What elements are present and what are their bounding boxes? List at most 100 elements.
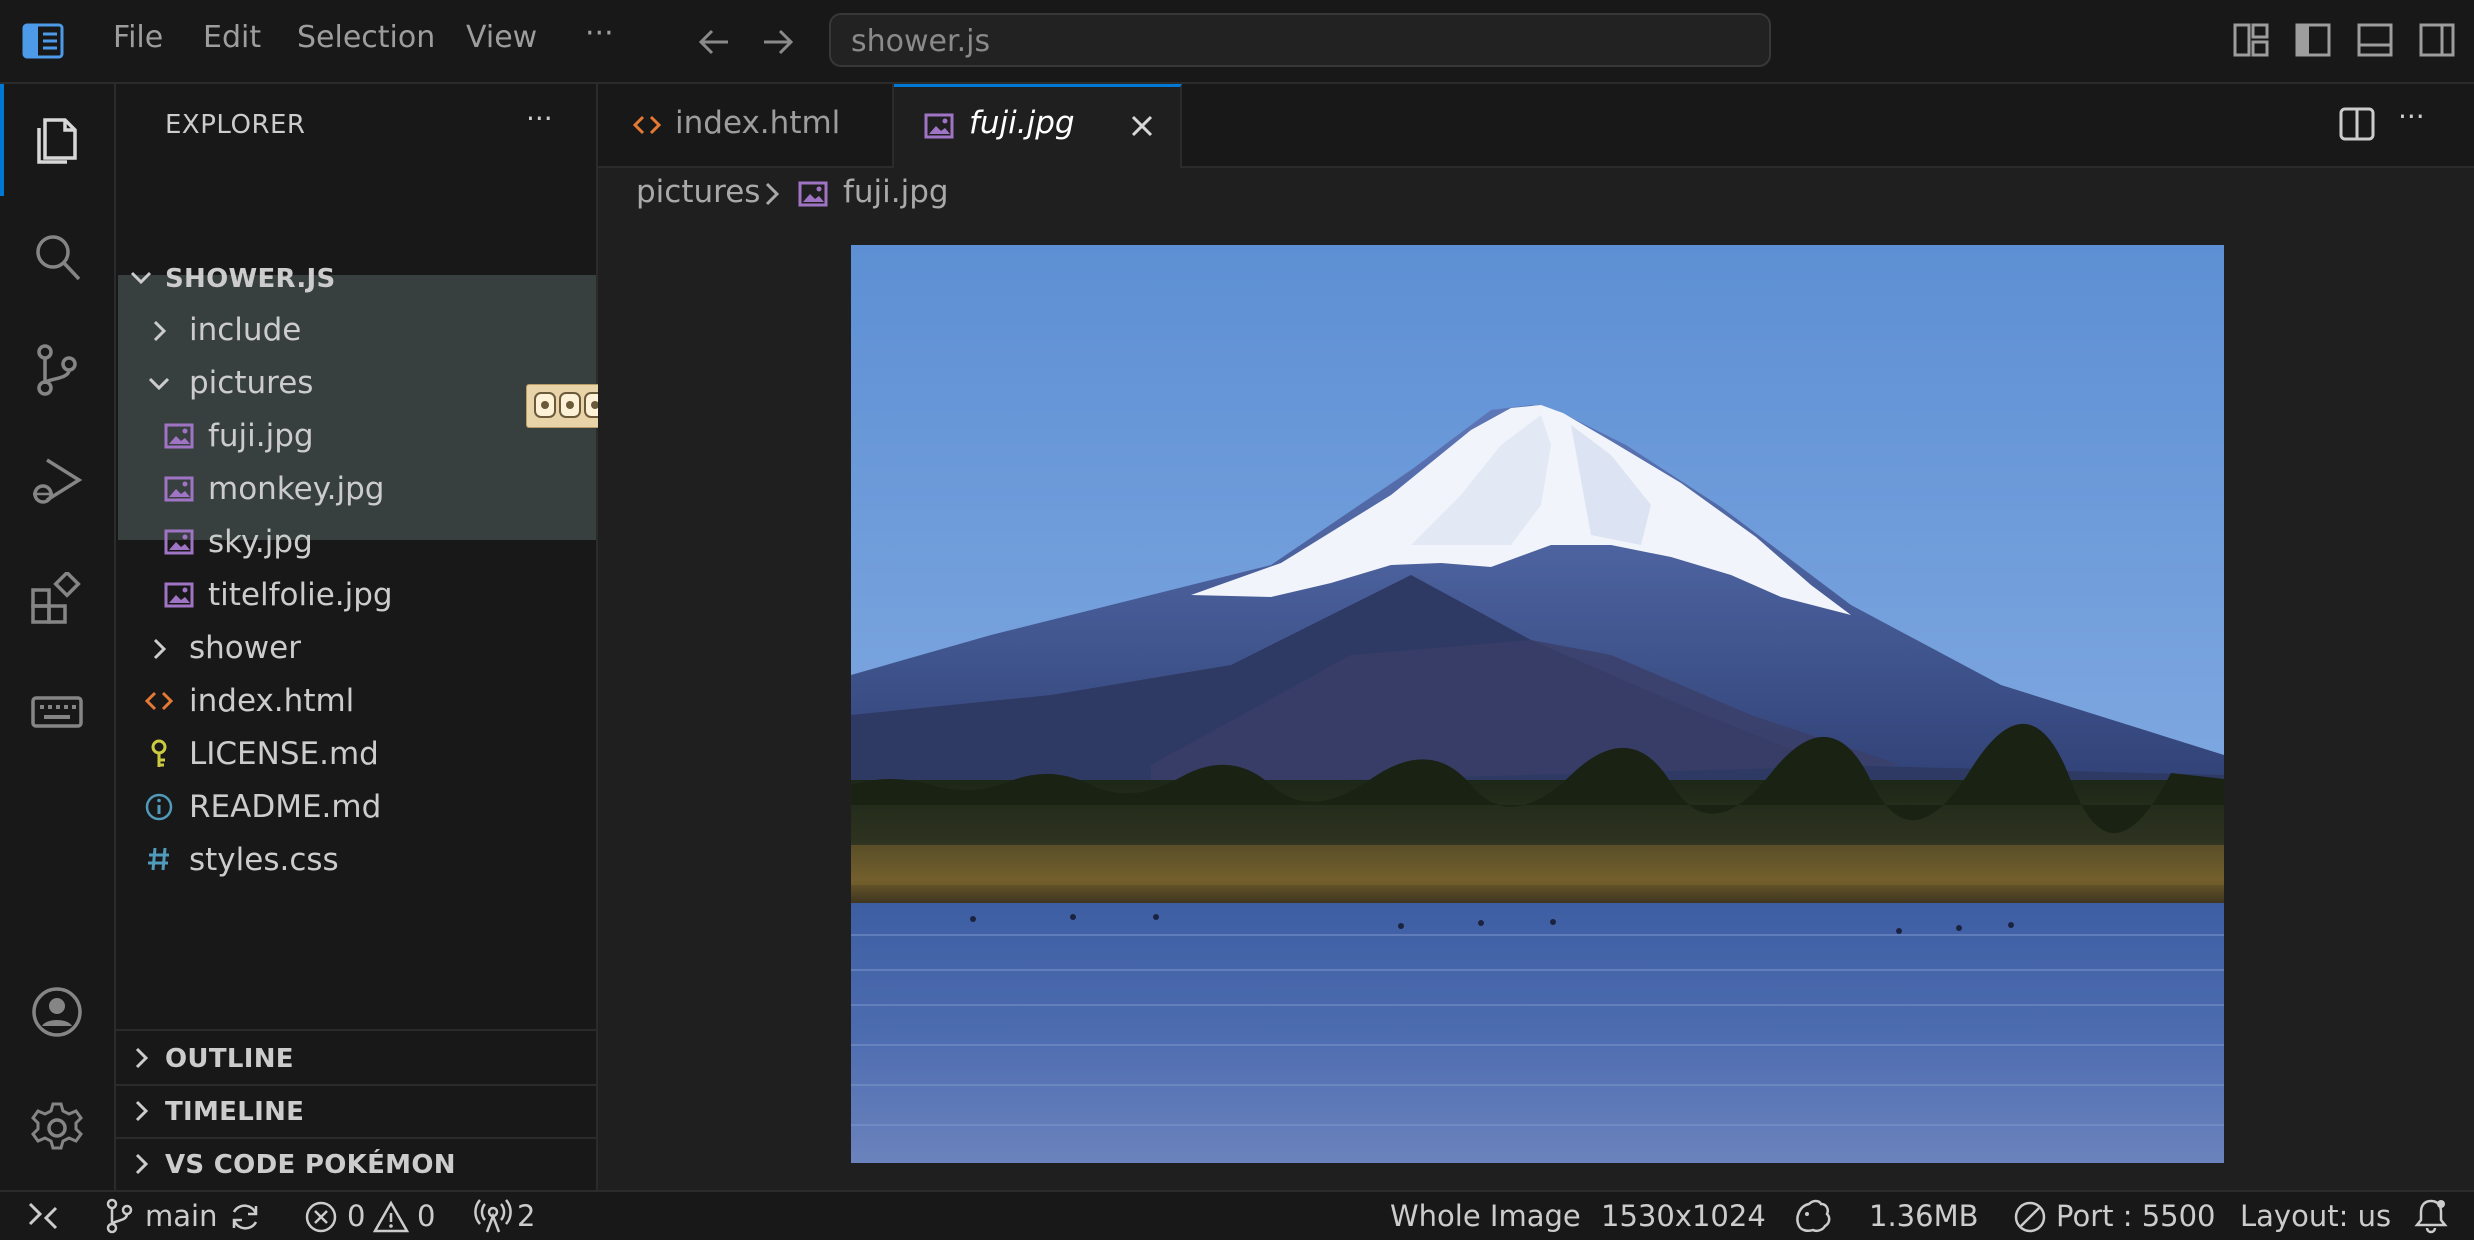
mount-fuji-image[interactable] — [851, 245, 2224, 1163]
tab-index-html[interactable]: index.html — [598, 84, 894, 166]
toggle-panel-icon[interactable] — [2356, 22, 2394, 58]
command-center-search[interactable]: shower.js — [829, 13, 1771, 67]
keyboard-layout[interactable]: Layout: us — [2240, 1199, 2391, 1233]
search-icon[interactable] — [29, 229, 85, 285]
html-file-icon — [144, 688, 174, 714]
forward-arrow-icon[interactable] — [760, 24, 796, 60]
tab-label: index.html — [675, 105, 841, 141]
tree-item-titelfolie-jpg[interactable]: titelfolie.jpg — [116, 569, 596, 622]
pokemon-icon[interactable] — [1793, 1198, 1831, 1234]
license-key-icon — [146, 738, 172, 770]
split-editor-icon[interactable] — [2338, 106, 2376, 142]
section-label: OUTLINE — [165, 1044, 294, 1074]
tab-fuji-jpg[interactable]: fuji.jpg — [894, 84, 1182, 168]
toggle-secondary-sidebar-icon[interactable] — [2418, 22, 2456, 58]
menu-view[interactable]: View — [466, 20, 537, 55]
tree-item-label: sky.jpg — [208, 524, 313, 560]
explorer-more-actions[interactable]: ··· — [526, 102, 553, 135]
ports-broadcast-icon[interactable] — [474, 1198, 512, 1234]
keyboard-icon[interactable] — [29, 684, 85, 740]
source-control-icon[interactable] — [29, 342, 85, 398]
warning-count[interactable]: 0 — [417, 1199, 435, 1233]
breadcrumb-fuji-jpg[interactable]: fuji.jpg — [843, 174, 949, 210]
tree-item-include[interactable]: include — [116, 304, 596, 357]
warning-icon[interactable] — [373, 1200, 409, 1234]
workspace-root-label: SHOWER.JS — [165, 264, 336, 294]
editor-tab-bar: index.html fuji.jpg ··· — [598, 84, 2474, 168]
image-zoom-status[interactable]: Whole Image — [1390, 1199, 1581, 1233]
extensions-icon[interactable] — [29, 572, 85, 628]
tree-item-pictures[interactable]: pictures — [116, 357, 596, 410]
app-logo-icon — [22, 22, 64, 60]
accounts-icon[interactable] — [29, 984, 85, 1040]
tree-item-label: README.md — [189, 789, 382, 825]
remote-indicator-icon[interactable] — [26, 1200, 60, 1232]
image-file-icon — [164, 475, 194, 503]
tree-item-index-html[interactable]: index.html — [116, 675, 596, 728]
chevron-right-icon — [128, 1045, 154, 1071]
image-file-size: 1.36MB — [1869, 1199, 1979, 1233]
live-server-port[interactable]: Port : 5500 — [2056, 1199, 2216, 1233]
image-file-icon — [924, 112, 954, 140]
breadcrumb-pictures[interactable]: pictures — [636, 174, 760, 210]
image-file-icon — [164, 581, 194, 609]
error-icon[interactable] — [304, 1200, 338, 1234]
image-dimensions: 1530x1024 — [1601, 1199, 1766, 1233]
tree-item-sky-jpg[interactable]: sky.jpg — [116, 516, 596, 569]
chevron-right-icon — [128, 1098, 154, 1124]
error-count[interactable]: 0 — [347, 1199, 365, 1233]
tree-item-label: monkey.jpg — [208, 471, 385, 507]
chevron-right-icon — [146, 636, 172, 662]
git-branch-icon[interactable] — [104, 1197, 134, 1235]
back-arrow-icon[interactable] — [696, 24, 732, 60]
forwarded-ports-count[interactable]: 2 — [517, 1199, 535, 1233]
section-outline[interactable]: OUTLINE — [116, 1031, 596, 1084]
close-tab-icon[interactable] — [1128, 112, 1156, 140]
status-bar: main 0 0 2 Whole Image 1530x1024 1.36MB … — [0, 1190, 2474, 1240]
toggle-primary-sidebar-icon[interactable] — [2294, 22, 2332, 58]
section-timeline[interactable]: TIMELINE — [116, 1084, 596, 1137]
tree-item-label: shower — [189, 630, 301, 666]
tree-item-label: styles.css — [189, 842, 339, 878]
notifications-bell-icon[interactable] — [2414, 1197, 2448, 1235]
chevron-down-icon — [128, 265, 154, 291]
title-bar: File Edit Selection View ··· shower.js — [0, 0, 2474, 84]
explorer-files-icon[interactable] — [29, 112, 85, 168]
menu-file[interactable]: File — [113, 20, 163, 55]
tree-item-shower[interactable]: shower — [116, 622, 596, 675]
editor-more-actions[interactable]: ··· — [2398, 100, 2425, 133]
html-file-icon — [632, 112, 662, 138]
chevron-right-icon — [128, 1151, 154, 1177]
no-port-icon[interactable] — [2013, 1200, 2047, 1234]
tree-item-styles-css[interactable]: styles.css — [116, 834, 596, 887]
active-view-indicator — [0, 84, 4, 196]
image-file-icon — [798, 180, 828, 208]
tree-item-label: fuji.jpg — [208, 418, 314, 454]
tree-item-monkey-jpg[interactable]: monkey.jpg — [116, 463, 596, 516]
section-label: VS CODE POKÉMON — [165, 1150, 456, 1180]
tree-item-label: pictures — [189, 365, 314, 401]
tree-item-label: include — [189, 312, 302, 348]
tree-item-label: index.html — [189, 683, 355, 719]
explorer-sidebar: EXPLORER ··· SHOWER.JS include pictures … — [116, 84, 614, 1190]
chevron-right-icon — [146, 318, 172, 344]
menu-more[interactable]: ··· — [585, 16, 614, 51]
breadcrumb: pictures fuji.jpg — [598, 166, 2474, 222]
section-vscode-pokemon[interactable]: VS CODE POKÉMON — [116, 1137, 596, 1190]
tree-item-readme-md[interactable]: README.md — [116, 781, 596, 834]
sync-icon[interactable] — [228, 1200, 262, 1234]
image-file-icon — [164, 422, 194, 450]
chevron-right-icon — [760, 180, 784, 208]
customize-layout-icon[interactable] — [2232, 22, 2270, 58]
menu-edit[interactable]: Edit — [203, 20, 261, 55]
chevron-down-icon — [146, 371, 172, 397]
tree-item-license-md[interactable]: LICENSE.md — [116, 728, 596, 781]
settings-gear-icon[interactable] — [29, 1100, 85, 1156]
git-branch-name[interactable]: main — [145, 1199, 217, 1233]
menu-selection[interactable]: Selection — [297, 20, 435, 55]
run-and-debug-icon[interactable] — [29, 454, 85, 510]
tree-item-label: LICENSE.md — [189, 736, 379, 772]
workspace-root[interactable]: SHOWER.JS — [116, 251, 596, 304]
tab-label: fuji.jpg — [969, 105, 1075, 141]
tree-item-fuji-jpg[interactable]: fuji.jpg — [116, 410, 596, 463]
